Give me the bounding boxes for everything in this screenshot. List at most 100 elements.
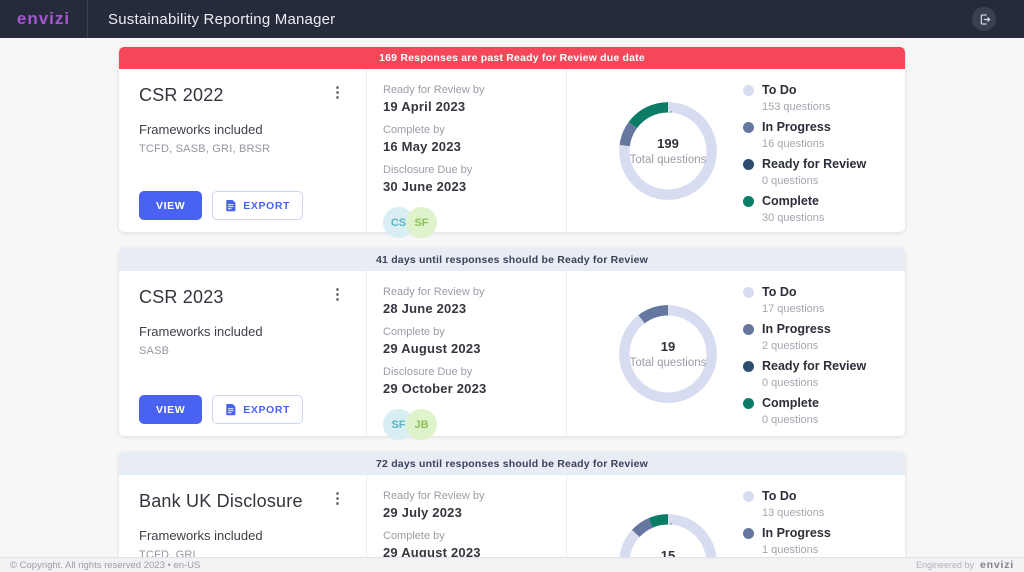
- legend-item-in-progress: In Progress 2 questions: [743, 322, 897, 352]
- frameworks-list: SASB: [139, 345, 170, 357]
- ready-by-date: 29 July 2023: [383, 505, 463, 520]
- legend-item-complete: Complete 30 questions: [743, 194, 897, 224]
- status-legend: To Do 17 questions In Progress 2 questio…: [737, 271, 905, 436]
- report-card-group-bank-uk-disclosure: 72 days until responses should be Ready …: [119, 452, 905, 557]
- report-card: CSR 2022 ⋮ Frameworks included TCFD, SAS…: [119, 69, 905, 238]
- legend-item-ready-for-review: Ready for Review 0 questions: [743, 157, 897, 187]
- donut-chart-column: 19 Total questions: [567, 271, 737, 436]
- report-list: 169 Responses are past Ready for Review …: [119, 47, 905, 557]
- dates-column: Ready for Review by 28 June 2023 Complet…: [367, 271, 567, 440]
- complete-by-date: 16 May 2023: [383, 139, 462, 154]
- report-card-group-csr-2023: 41 days until responses should be Ready …: [119, 248, 905, 440]
- overdue-alert-banner: 169 Responses are past Ready for Review …: [119, 47, 905, 69]
- view-button[interactable]: VIEW: [139, 191, 203, 220]
- avatar[interactable]: JB: [406, 409, 437, 440]
- total-questions-value: 15: [660, 547, 676, 558]
- report-card: Bank UK Disclosure ⋮ Frameworks included…: [119, 475, 905, 557]
- report-card: CSR 2023 ⋮ Frameworks included SASB VIEW…: [119, 271, 905, 440]
- envizi-logo: envizi: [16, 9, 71, 28]
- kebab-menu-icon[interactable]: ⋮: [325, 285, 350, 304]
- card-title: Bank UK Disclosure: [139, 491, 303, 511]
- ready-for-review-dot-icon: [743, 158, 754, 170]
- total-questions-label: Total questions: [629, 153, 707, 166]
- legend-item-todo: To Do 153 questions: [743, 83, 897, 113]
- avatar[interactable]: SF: [406, 207, 437, 238]
- todo-dot-icon: [743, 84, 754, 96]
- complete-dot-icon: [743, 397, 754, 409]
- ready-by-label: Ready for Review by: [383, 286, 485, 298]
- legend-item-complete: Complete 0 questions: [743, 396, 897, 426]
- questions-donut-chart: 15 Total questions: [616, 511, 720, 558]
- report-info-column: CSR 2022 ⋮ Frameworks included TCFD, SAS…: [119, 69, 367, 232]
- ready-by-date: 19 April 2023: [383, 99, 466, 114]
- legend-item-in-progress: In Progress 16 questions: [743, 120, 897, 150]
- envizi-footer-logo: envizi: [980, 559, 1014, 571]
- view-button[interactable]: VIEW: [139, 395, 203, 424]
- legend-item-in-progress: In Progress 1 questions: [743, 526, 897, 556]
- complete-by-date: 29 August 2023: [383, 341, 481, 356]
- document-icon: [225, 199, 237, 212]
- kebab-menu-icon[interactable]: ⋮: [325, 489, 350, 508]
- legend-item-ready-for-review: Ready for Review 0 questions: [743, 359, 897, 389]
- total-questions-value: 199: [657, 135, 679, 151]
- todo-dot-icon: [743, 490, 754, 502]
- report-card-group-csr-2022: 169 Responses are past Ready for Review …: [119, 47, 905, 238]
- report-info-column: CSR 2023 ⋮ Frameworks included SASB VIEW…: [119, 271, 367, 436]
- card-title: CSR 2022: [139, 85, 224, 105]
- complete-by-label: Complete by: [383, 326, 445, 338]
- engineered-by-text: Engineered by: [915, 560, 975, 570]
- assignee-avatars: CS SF: [383, 207, 566, 238]
- kebab-menu-icon[interactable]: ⋮: [325, 83, 350, 102]
- main-scroll-area[interactable]: 169 Responses are past Ready for Review …: [0, 38, 1024, 557]
- questions-donut-chart: 19 Total questions: [616, 302, 720, 406]
- frameworks-label: Frameworks included: [139, 324, 263, 339]
- assignee-avatars: SF JB: [383, 409, 566, 440]
- complete-by-label: Complete by: [383, 124, 445, 136]
- complete-by-date: 29 August 2023: [383, 545, 481, 557]
- export-button[interactable]: EXPORT: [212, 191, 304, 220]
- due-info-banner: 72 days until responses should be Ready …: [119, 452, 905, 475]
- legend-item-todo: To Do 17 questions: [743, 285, 897, 315]
- questions-donut-chart: 199 Total questions: [616, 99, 720, 203]
- export-button-label: EXPORT: [243, 199, 291, 212]
- todo-dot-icon: [743, 286, 754, 298]
- frameworks-list: TCFD, GRI: [139, 549, 196, 557]
- app-title: Sustainability Reporting Manager: [108, 10, 336, 28]
- status-legend: To Do 153 questions In Progress 16 quest…: [737, 69, 905, 232]
- due-info-banner: 41 days until responses should be Ready …: [119, 248, 905, 271]
- export-button[interactable]: EXPORT: [212, 395, 304, 424]
- disclosure-by-date: 30 June 2023: [383, 179, 467, 194]
- disclosure-by-date: 29 October 2023: [383, 381, 487, 396]
- copyright-text: © Copyright. All rights reserved 2023 • …: [10, 559, 201, 571]
- donut-chart-column: 15 Total questions: [567, 475, 737, 557]
- donut-chart-column: 199 Total questions: [567, 69, 737, 232]
- logout-icon: [978, 13, 991, 26]
- disclosure-by-label: Disclosure Due by: [383, 366, 473, 378]
- ready-by-label: Ready for Review by: [383, 84, 485, 96]
- total-questions-value: 19: [660, 338, 676, 354]
- disclosure-by-label: Disclosure Due by: [383, 164, 473, 176]
- ready-by-label: Ready for Review by: [383, 490, 485, 502]
- legend-item-todo: To Do 13 questions: [743, 489, 897, 519]
- in-progress-dot-icon: [743, 121, 754, 133]
- card-title: CSR 2023: [139, 287, 224, 307]
- complete-dot-icon: [743, 195, 754, 207]
- report-info-column: Bank UK Disclosure ⋮ Frameworks included…: [119, 475, 367, 557]
- app-footer: © Copyright. All rights reserved 2023 • …: [0, 557, 1024, 572]
- dates-column: Ready for Review by 19 April 2023 Comple…: [367, 69, 567, 238]
- document-icon: [225, 403, 237, 416]
- ready-for-review-dot-icon: [743, 360, 754, 372]
- app-header: envizi Sustainability Reporting Manager: [0, 0, 1024, 38]
- dates-column: Ready for Review by 29 July 2023 Complet…: [367, 475, 567, 557]
- frameworks-list: TCFD, SASB, GRI, BRSR: [139, 143, 271, 155]
- in-progress-dot-icon: [743, 527, 754, 539]
- export-button-label: EXPORT: [243, 403, 291, 416]
- frameworks-label: Frameworks included: [139, 122, 263, 137]
- frameworks-label: Frameworks included: [139, 528, 263, 543]
- complete-by-label: Complete by: [383, 530, 445, 542]
- status-legend: To Do 13 questions In Progress 1 questio…: [737, 475, 905, 557]
- in-progress-dot-icon: [743, 323, 754, 335]
- logout-button[interactable]: [972, 7, 996, 31]
- total-questions-label: Total questions: [629, 356, 707, 369]
- logo-container: envizi: [0, 0, 88, 38]
